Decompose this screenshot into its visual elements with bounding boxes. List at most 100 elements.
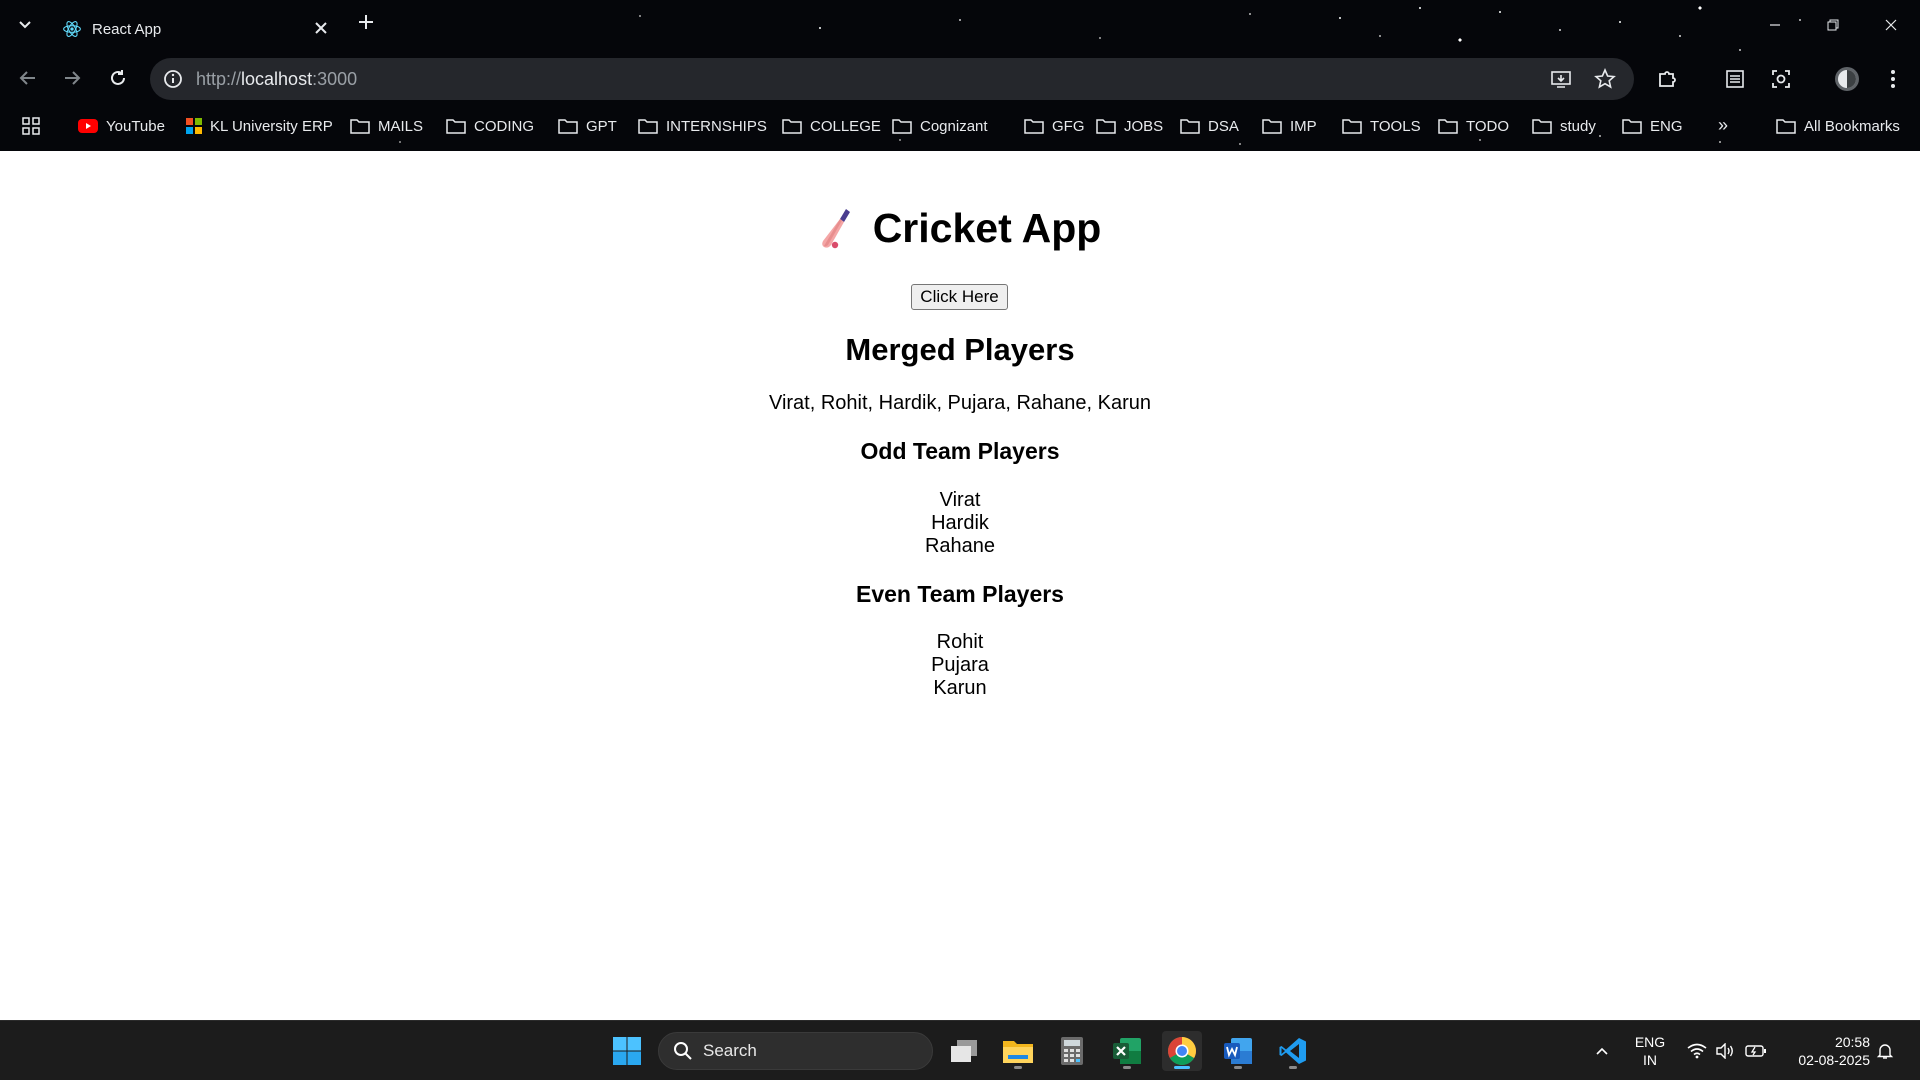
bookmark-imp[interactable]: IMP (1262, 115, 1317, 137)
extensions-icon[interactable] (1654, 66, 1680, 92)
close-window-icon[interactable] (1862, 0, 1920, 50)
tab-search-icon[interactable] (14, 14, 36, 36)
reload-icon[interactable] (106, 66, 130, 90)
chrome-button[interactable] (1162, 1031, 1202, 1071)
bookmark-coding[interactable]: CODING (446, 115, 534, 137)
bookmark-cognizant[interactable]: Cognizant (892, 115, 988, 137)
folder-icon (892, 119, 912, 134)
calculator-button[interactable] (1052, 1031, 1092, 1071)
task-view-button[interactable] (944, 1031, 984, 1071)
list-item: Karun (933, 677, 987, 699)
bookmark-label: MAILS (378, 117, 424, 135)
minimize-icon[interactable] (1746, 0, 1804, 50)
wifi-icon[interactable] (1686, 1021, 1708, 1080)
lens-icon[interactable] (1768, 66, 1794, 92)
notification-bell-icon[interactable] (1874, 1021, 1896, 1080)
show-hidden-icons[interactable] (1590, 1021, 1614, 1080)
bookmark-todo[interactable]: TODO (1438, 115, 1509, 137)
active-indicator (1174, 1066, 1190, 1069)
folder-icon (1622, 119, 1642, 134)
bookmark-youtube[interactable]: YouTube (78, 115, 165, 137)
clock[interactable]: 20:58 02-08-2025 (1780, 1033, 1870, 1069)
react-icon (63, 21, 81, 37)
bookmark-eng[interactable]: ENG (1622, 115, 1683, 137)
profile-avatar-icon[interactable] (1834, 66, 1860, 92)
new-tab-button[interactable] (354, 12, 378, 36)
start-button[interactable] (607, 1031, 647, 1071)
folder-icon (1776, 119, 1796, 134)
clock-time: 20:58 (1834, 1034, 1870, 1050)
bookmark-label: DSA (1208, 117, 1239, 135)
tab-bar: React App (0, 0, 1920, 50)
bookmark-kl-university-erp[interactable]: KL University ERP (186, 115, 333, 137)
clock-date: 02-08-2025 (1798, 1052, 1870, 1068)
taskbar-search[interactable]: Search (658, 1032, 933, 1070)
bookmarks-bar: YouTube KL University ERP MAILS CODING GPT IN… (0, 110, 1920, 140)
excel-button[interactable] (1107, 1031, 1147, 1071)
menu-kebab-icon[interactable] (1880, 66, 1906, 92)
running-indicator (1289, 1066, 1297, 1069)
word-button[interactable] (1218, 1031, 1258, 1071)
folder-icon (1180, 119, 1200, 134)
bookmark-college[interactable]: COLLEGE (782, 115, 881, 137)
youtube-icon (78, 119, 98, 133)
language-code: ENG (1634, 1034, 1666, 1050)
bookmark-gfg[interactable]: GFG (1024, 115, 1085, 137)
taskbar: Search ENG IN 20:58 02-08-2025 (0, 1020, 1920, 1080)
bookmark-dsa[interactable]: DSA (1180, 115, 1239, 137)
bookmark-mails[interactable]: MAILS (350, 115, 423, 137)
app-title-text: Cricket App (872, 205, 1102, 251)
file-explorer-icon (1003, 1041, 1033, 1063)
vscode-button[interactable] (1273, 1031, 1313, 1071)
battery-icon[interactable] (1744, 1021, 1768, 1080)
browser-chrome: React App http://localhost:3000 YouTube … (0, 0, 1920, 151)
search-icon (674, 1042, 692, 1060)
address-bar[interactable]: http://localhost:3000 (150, 58, 1634, 100)
all-bookmarks-button[interactable]: All Bookmarks (1776, 115, 1900, 137)
url-text[interactable]: http://localhost:3000 (196, 69, 357, 90)
close-tab-icon[interactable] (312, 20, 330, 38)
list-item: Virat (939, 489, 981, 511)
odd-team-heading: Odd Team Players (860, 438, 1060, 464)
url-port: :3000 (312, 69, 358, 89)
install-app-icon[interactable] (1550, 68, 1572, 90)
click-here-button[interactable]: Click Here (911, 284, 1008, 310)
bookmark-star-icon[interactable] (1594, 68, 1616, 90)
even-team-list: Rohit Pujara Karun (0, 631, 1920, 700)
reading-list-icon[interactable] (1722, 66, 1748, 92)
tab-react-app[interactable]: React App (52, 8, 340, 50)
bookmark-study[interactable]: study (1532, 115, 1596, 137)
folder-icon (782, 119, 802, 134)
bookmark-internships[interactable]: INTERNSHIPS (638, 115, 767, 137)
folder-icon (446, 119, 466, 134)
folder-icon (638, 119, 658, 134)
bookmark-label: YouTube (106, 117, 165, 135)
restore-icon[interactable] (1804, 0, 1862, 50)
forward-icon[interactable] (60, 66, 84, 90)
file-explorer-button[interactable] (998, 1031, 1038, 1071)
cricket-bat-icon (821, 208, 850, 248)
region-code: IN (1643, 1052, 1657, 1068)
back-icon[interactable] (16, 66, 40, 90)
more-bookmarks-icon[interactable]: » (1718, 115, 1728, 136)
excel-icon (1113, 1038, 1141, 1064)
bookmark-label: GPT (586, 117, 617, 135)
app-title: Cricket App (0, 205, 1920, 252)
tab-title: React App (92, 20, 162, 38)
bookmark-tools[interactable]: TOOLS (1342, 115, 1421, 137)
volume-icon[interactable] (1714, 1021, 1736, 1080)
list-item: Rohit (936, 631, 984, 653)
language-indicator[interactable]: ENG IN (1630, 1033, 1670, 1069)
url-scheme: http:// (196, 69, 242, 89)
folder-icon (1532, 119, 1552, 134)
bookmark-jobs[interactable]: JOBS (1096, 115, 1163, 137)
merged-players-heading: Merged Players (845, 332, 1075, 367)
url-host: localhost (241, 69, 313, 89)
windows-logo-icon (613, 1037, 641, 1065)
bookmark-gpt[interactable]: GPT (558, 115, 617, 137)
folder-icon (1342, 119, 1362, 134)
calculator-icon (1061, 1037, 1083, 1065)
bookmark-label: GFG (1052, 117, 1085, 135)
apps-grid-icon[interactable] (22, 117, 40, 135)
site-info-icon[interactable] (162, 68, 184, 90)
